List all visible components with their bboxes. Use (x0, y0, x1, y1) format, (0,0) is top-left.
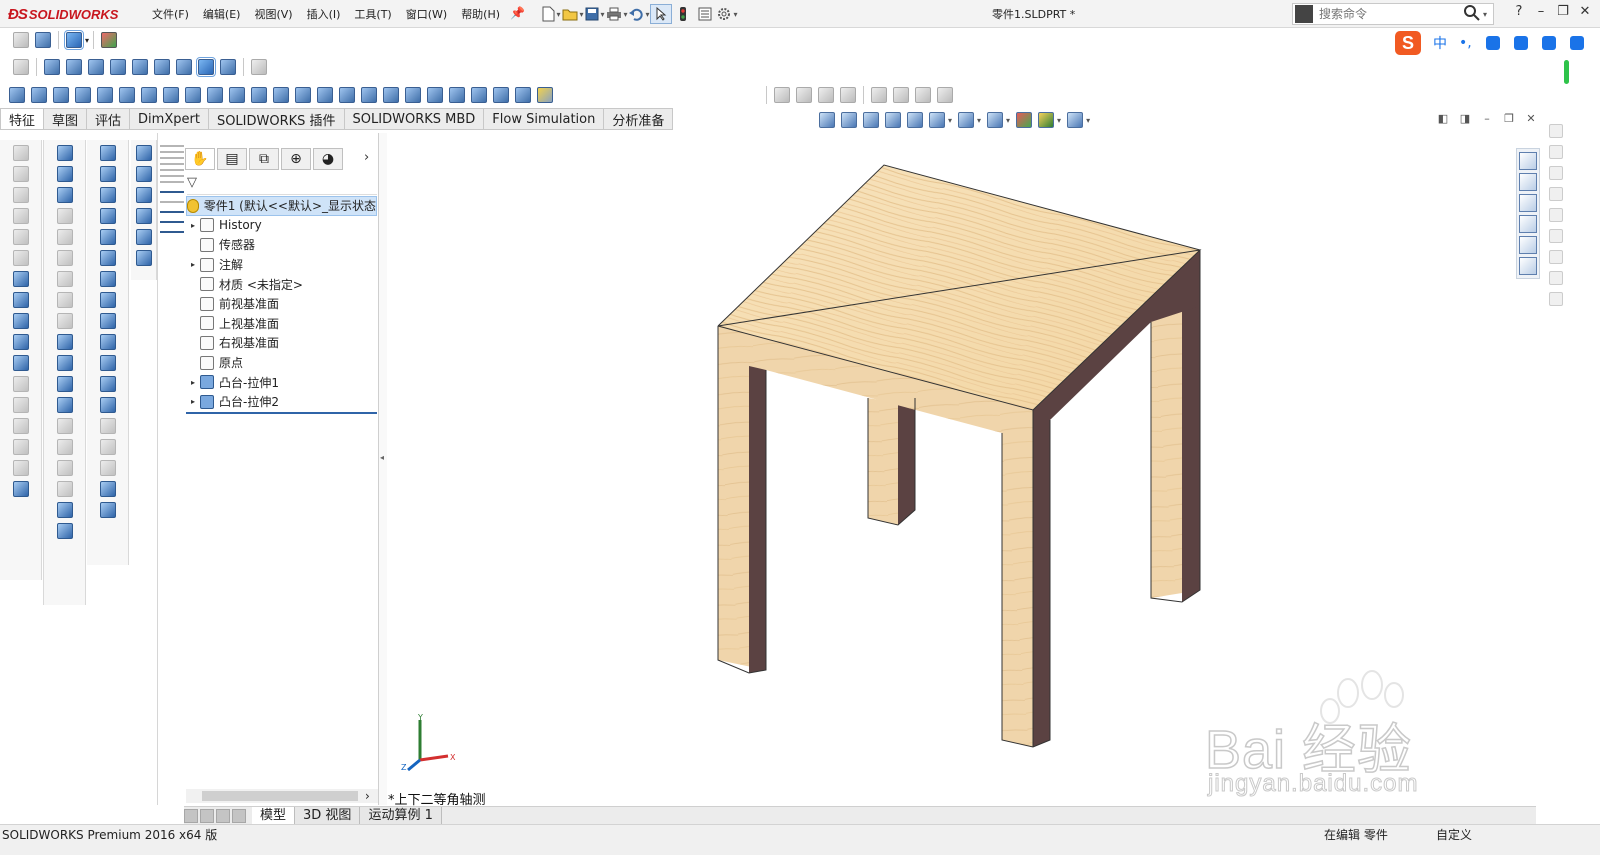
triad-x-label: X (450, 753, 456, 762)
next-tab-icon[interactable] (216, 808, 230, 823)
tab-3d-views[interactable]: 3D 视图 (295, 806, 361, 825)
last-tab-icon[interactable] (232, 808, 246, 823)
watermark-url: jingyan.baidu.com (1207, 770, 1419, 798)
tab-motion-study[interactable]: 运动算例 1 (360, 806, 442, 825)
status-bar: SOLIDWORKS Premium 2016 x64 版 在编辑 零件 自定义 (0, 824, 1600, 855)
prev-tab-icon[interactable] (200, 808, 214, 823)
first-tab-icon[interactable] (184, 808, 198, 823)
stool-leg-back-left (868, 398, 915, 525)
status-product-version: SOLIDWORKS Premium 2016 x64 版 (2, 828, 218, 842)
triad-z-label: Z (401, 763, 407, 772)
status-editing: 在编辑 零件 (1324, 828, 1388, 842)
tab-model[interactable]: 模型 (252, 806, 296, 825)
status-units-custom[interactable]: 自定义 (1436, 826, 1472, 843)
bottom-tabs-bar: 模型 3D 视图 运动算例 1 (184, 806, 1536, 825)
triad-y-label: Y (417, 713, 423, 722)
reference-triad: Y X Z (401, 713, 456, 772)
